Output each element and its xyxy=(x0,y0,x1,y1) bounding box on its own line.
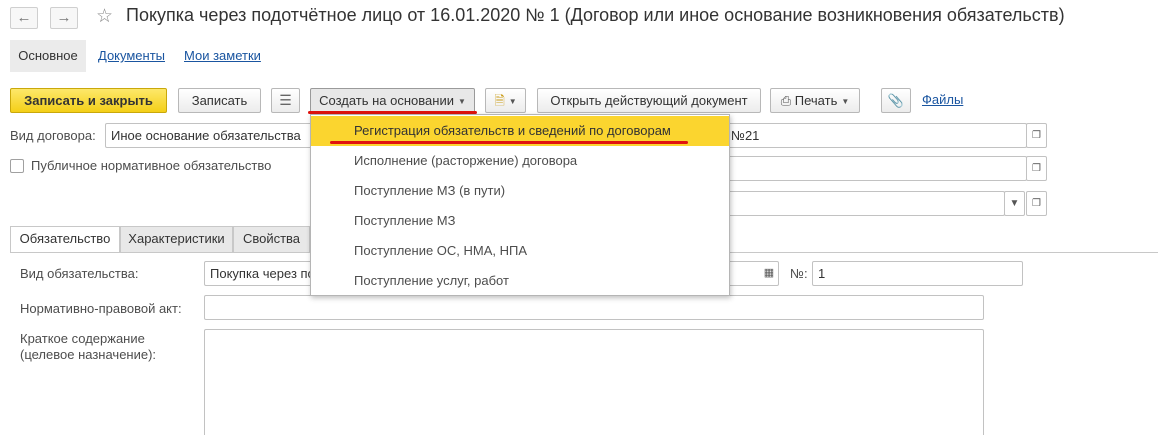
obligation-type-value: Покупка через по xyxy=(210,266,315,281)
number-field[interactable]: 1 xyxy=(812,261,1023,286)
create-based-label: Создать на основании xyxy=(319,93,454,108)
open-current-document-button[interactable]: Открыть действующий документ xyxy=(537,88,761,113)
arrow-right-icon: → xyxy=(56,9,72,26)
forward-button[interactable]: → xyxy=(50,7,78,29)
open-icon[interactable]: ❐ xyxy=(1026,156,1047,181)
section-notes[interactable]: Мои заметки xyxy=(184,40,261,72)
files-link[interactable]: Файлы xyxy=(922,92,963,107)
document-structure-icon: 🗎 xyxy=(494,93,505,108)
list-button[interactable]: ☰ xyxy=(271,88,300,113)
field-row-2[interactable] xyxy=(728,156,1027,181)
summary-textarea[interactable] xyxy=(204,329,984,435)
arrow-left-icon: ← xyxy=(16,9,32,26)
summary-label-line1: Краткое содержание xyxy=(20,331,145,346)
section-documents[interactable]: Документы xyxy=(98,40,165,72)
print-label: Печать xyxy=(794,93,838,108)
star-outline-icon[interactable]: ☆ xyxy=(96,5,113,28)
tab-characteristics[interactable]: Характеристики xyxy=(120,226,233,252)
annotation-underline-menu xyxy=(330,141,688,144)
page-title: Покупка через подотчётное лицо от 16.01.… xyxy=(126,5,1065,25)
field-row-3[interactable] xyxy=(728,191,1005,216)
chevron-down-icon: ▼ xyxy=(508,97,517,107)
legal-act-label: Нормативно-правовой акт: xyxy=(20,301,182,316)
summary-label-line2: (целевое назначение): xyxy=(20,347,157,362)
print-button[interactable]: ⎙ Печать ▼ xyxy=(770,88,860,113)
save-button[interactable]: Записать xyxy=(178,88,261,113)
menu-item-mz-in-transit[interactable]: Поступление МЗ (в пути) xyxy=(311,176,729,206)
save-close-button[interactable]: Записать и закрыть xyxy=(10,88,167,113)
legal-act-field[interactable] xyxy=(204,295,984,320)
related-docs-button[interactable]: 🗎 ▼ xyxy=(485,88,526,113)
number-label: №: xyxy=(790,266,808,281)
public-obligation-checkbox[interactable] xyxy=(10,159,24,173)
menu-item-contract-execution[interactable]: Исполнение (расторжение) договора xyxy=(311,146,729,176)
attachment-button[interactable]: 📎 xyxy=(881,88,911,113)
open-icon[interactable]: ❐ xyxy=(1026,123,1047,148)
section-main[interactable]: Основное xyxy=(10,40,86,72)
paperclip-icon: 📎 xyxy=(887,93,905,108)
calendar-icon[interactable]: ▦ xyxy=(760,262,778,285)
open-icon[interactable]: ❐ xyxy=(1026,191,1047,216)
chevron-down-icon: ▼ xyxy=(457,97,466,107)
public-obligation-label: Публичное нормативное обязательство xyxy=(31,158,272,173)
printer-icon: ⎙ xyxy=(780,93,792,108)
number-value: 1 xyxy=(818,266,826,281)
menu-item-services[interactable]: Поступление услуг, работ xyxy=(311,266,729,296)
chevron-down-icon: ▼ xyxy=(841,97,850,107)
contract-type-value: Иное основание обязательства xyxy=(111,128,301,143)
tab-obligation[interactable]: Обязательство xyxy=(10,226,120,253)
menu-item-mz[interactable]: Поступление МЗ xyxy=(311,206,729,236)
list-icon: ☰ xyxy=(279,92,292,108)
obligation-type-label: Вид обязательства: xyxy=(20,266,139,281)
contract-number-value: №21 xyxy=(731,128,760,143)
contract-type-label: Вид договора: xyxy=(10,128,96,143)
menu-item-fixed-assets[interactable]: Поступление ОС, НМА, НПА xyxy=(311,236,729,266)
create-based-button[interactable]: Создать на основании ▼ xyxy=(310,88,475,113)
back-button[interactable]: ← xyxy=(10,7,38,29)
dropdown-arrow-icon[interactable]: ▼ xyxy=(1004,191,1025,216)
tab-properties[interactable]: Свойства xyxy=(233,226,310,252)
